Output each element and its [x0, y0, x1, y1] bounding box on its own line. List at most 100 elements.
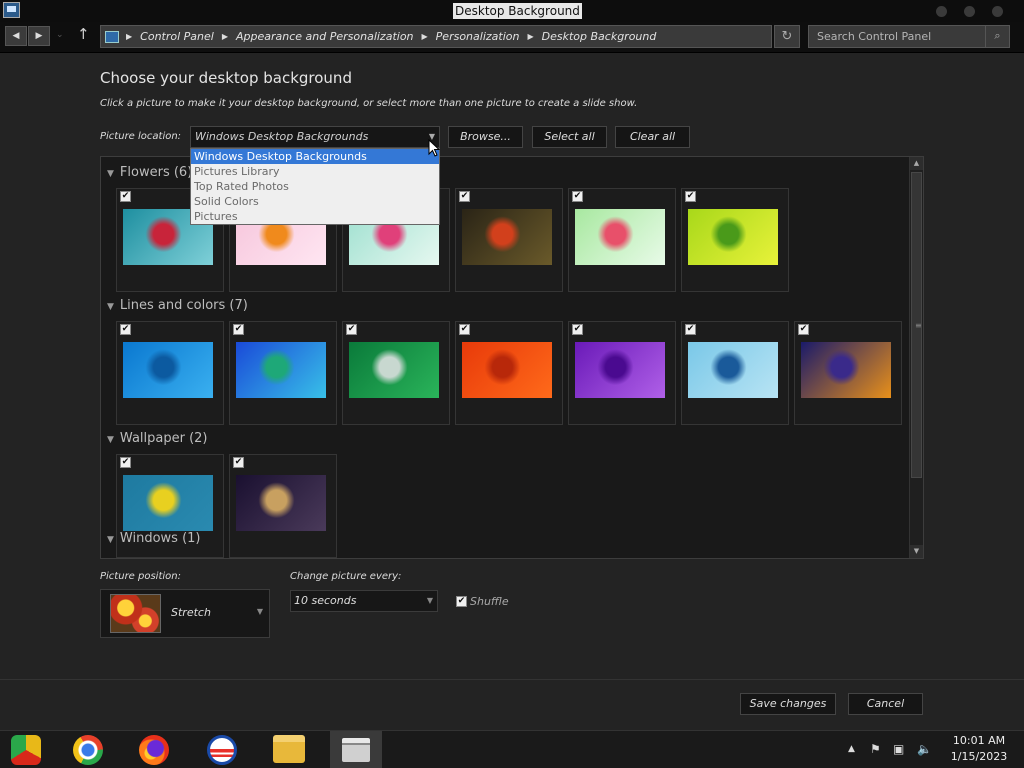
wallpaper-tile[interactable]: ✔: [116, 321, 224, 425]
picture-location-dropdown[interactable]: Windows Desktop Backgrounds Pictures Lib…: [190, 148, 440, 225]
taskbar-app-chrome-canary[interactable]: [0, 731, 52, 768]
gallery-group-header[interactable]: ▼ Windows (1): [107, 531, 201, 546]
search-box[interactable]: ⌕: [808, 25, 1010, 48]
wallpaper-checkbox[interactable]: ✔: [459, 324, 470, 335]
shuffle-label[interactable]: Shuffle: [470, 595, 509, 608]
wallpaper-tile[interactable]: ✔: [568, 321, 676, 425]
taskbar-app-file-explorer[interactable]: [262, 731, 314, 768]
scroll-down-icon[interactable]: ▼: [910, 545, 923, 558]
wallpaper-checkbox[interactable]: ✔: [120, 324, 131, 335]
wallpaper-tile[interactable]: ✔: [455, 188, 563, 292]
cancel-button[interactable]: Cancel: [848, 693, 923, 715]
wallpaper-checkbox[interactable]: ✔: [346, 324, 357, 335]
wallpaper-tile[interactable]: ✔: [342, 321, 450, 425]
wallpaper-thumbnail-blur-wallpaper: [236, 475, 326, 531]
dropdown-option[interactable]: Solid Colors: [191, 194, 439, 209]
gallery-group-header[interactable]: ▼ Wallpaper (2): [107, 431, 208, 446]
breadcrumb-chevron-icon[interactable]: ▶: [422, 32, 428, 41]
dropdown-option[interactable]: Pictures: [191, 209, 439, 224]
collapse-chevron-icon[interactable]: ▼: [107, 535, 114, 545]
wallpaper-thumbnail-flower-red-green: [575, 209, 665, 265]
save-changes-button[interactable]: Save changes: [740, 693, 836, 715]
breadcrumb-chevron-icon[interactable]: ▶: [527, 32, 533, 41]
dropdown-option[interactable]: Top Rated Photos: [191, 179, 439, 194]
wallpaper-checkbox[interactable]: ✔: [798, 324, 809, 335]
taskbar-app-control-panel[interactable]: [330, 731, 382, 768]
position-preview-image: [110, 594, 161, 633]
wallpaper-checkbox[interactable]: ✔: [120, 457, 131, 468]
wallpaper-tile[interactable]: ✔: [568, 188, 676, 292]
picture-position-label: Picture position:: [100, 571, 181, 582]
close-button[interactable]: [992, 6, 1003, 17]
wallpaper-tile[interactable]: ✔: [681, 188, 789, 292]
breadcrumb-item[interactable]: Desktop Background: [542, 30, 657, 43]
up-button[interactable]: ↑: [77, 25, 90, 43]
search-icon[interactable]: ⌕: [985, 26, 1009, 47]
select-all-button[interactable]: Select all: [532, 126, 607, 148]
breadcrumb-item[interactable]: Appearance and Personalization: [236, 30, 414, 43]
breadcrumb-item[interactable]: Personalization: [436, 30, 520, 43]
taskbar-app-chrome[interactable]: [62, 731, 114, 768]
wallpaper-thumbnail-chrome-wallpaper: [123, 475, 213, 531]
wallpaper-tile[interactable]: ✔: [794, 321, 902, 425]
dropdown-option[interactable]: Pictures Library: [191, 164, 439, 179]
wallpaper-thumbnail-lines-bars: [801, 342, 891, 398]
breadcrumb[interactable]: ▶ Control Panel ▶ Appearance and Persona…: [100, 25, 772, 48]
wallpaper-checkbox[interactable]: ✔: [120, 191, 131, 202]
volume-icon[interactable]: 🔈: [917, 742, 932, 756]
wallpaper-checkbox[interactable]: ✔: [233, 324, 244, 335]
clear-all-button[interactable]: Clear all: [615, 126, 690, 148]
wallpaper-tile[interactable]: ✔: [455, 321, 563, 425]
collapse-chevron-icon[interactable]: ▼: [107, 302, 114, 312]
control-panel-icon: [342, 738, 370, 762]
browse-button[interactable]: Browse...: [448, 126, 523, 148]
clock[interactable]: 10:01 AM 1/15/2023: [948, 733, 1010, 765]
maximize-button[interactable]: [964, 6, 975, 17]
title-bar: Desktop Background: [0, 0, 1024, 22]
minimize-button[interactable]: [936, 6, 947, 17]
scroll-up-icon[interactable]: ▲: [910, 157, 923, 170]
flag-icon[interactable]: ⚑: [870, 742, 881, 756]
wallpaper-checkbox[interactable]: ✔: [459, 191, 470, 202]
content-area: Choose your desktop background Click a p…: [0, 53, 1024, 730]
show-hidden-icons-icon[interactable]: ▲: [848, 744, 855, 754]
refresh-button[interactable]: ↻: [774, 25, 800, 48]
wallpaper-tile[interactable]: ✔: [681, 321, 789, 425]
breadcrumb-item[interactable]: Control Panel: [140, 30, 214, 43]
collapse-chevron-icon[interactable]: ▼: [107, 169, 114, 179]
shuffle-checkbox[interactable]: ✔: [456, 596, 467, 607]
wallpaper-tile[interactable]: ✔: [229, 454, 337, 558]
wallpaper-checkbox[interactable]: ✔: [233, 457, 244, 468]
taskbar-app-obama[interactable]: [196, 731, 248, 768]
taskbar-app-firefox[interactable]: [128, 731, 180, 768]
forward-button[interactable]: ▶: [28, 26, 50, 46]
mouse-cursor-icon: [428, 139, 440, 157]
control-panel-icon: [105, 30, 119, 43]
scrollbar-thumb[interactable]: ≡: [911, 172, 922, 478]
change-interval-select[interactable]: 10 seconds ▼: [290, 590, 438, 612]
chevron-down-icon: ▼: [256, 607, 263, 616]
wallpaper-checkbox[interactable]: ✔: [572, 324, 583, 335]
breadcrumb-chevron-icon[interactable]: ▶: [126, 32, 132, 41]
breadcrumb-chevron-icon[interactable]: ▶: [222, 32, 228, 41]
gallery-scrollbar[interactable]: ▲ ≡ ▼: [909, 157, 923, 558]
wallpaper-tile[interactable]: ✔: [229, 321, 337, 425]
gallery-group-header[interactable]: ▼ Flowers (6): [107, 165, 192, 180]
wallpaper-checkbox[interactable]: ✔: [685, 191, 696, 202]
picture-position-select[interactable]: Stretch ▼: [100, 589, 270, 638]
wallpaper-checkbox[interactable]: ✔: [572, 191, 583, 202]
chevron-down-icon: ▼: [426, 596, 433, 605]
wallpaper-checkbox[interactable]: ✔: [685, 324, 696, 335]
back-button[interactable]: ◀: [5, 26, 27, 46]
collapse-chevron-icon[interactable]: ▼: [107, 435, 114, 445]
search-input[interactable]: [809, 26, 985, 47]
recent-pages-button[interactable]: ⌄: [56, 30, 64, 40]
grip-icon: ≡: [915, 321, 922, 330]
dropdown-option[interactable]: Windows Desktop Backgrounds: [191, 149, 439, 164]
picture-location-select[interactable]: Windows Desktop Backgrounds ▼: [190, 126, 440, 148]
wallpaper-thumbnail-lines-light-blue: [688, 342, 778, 398]
network-icon[interactable]: ▣: [893, 742, 904, 756]
wallpaper-thumbnail-lines-purple: [575, 342, 665, 398]
chrome-canary-icon: [11, 735, 41, 765]
gallery-group-header[interactable]: ▼ Lines and colors (7): [107, 298, 248, 313]
